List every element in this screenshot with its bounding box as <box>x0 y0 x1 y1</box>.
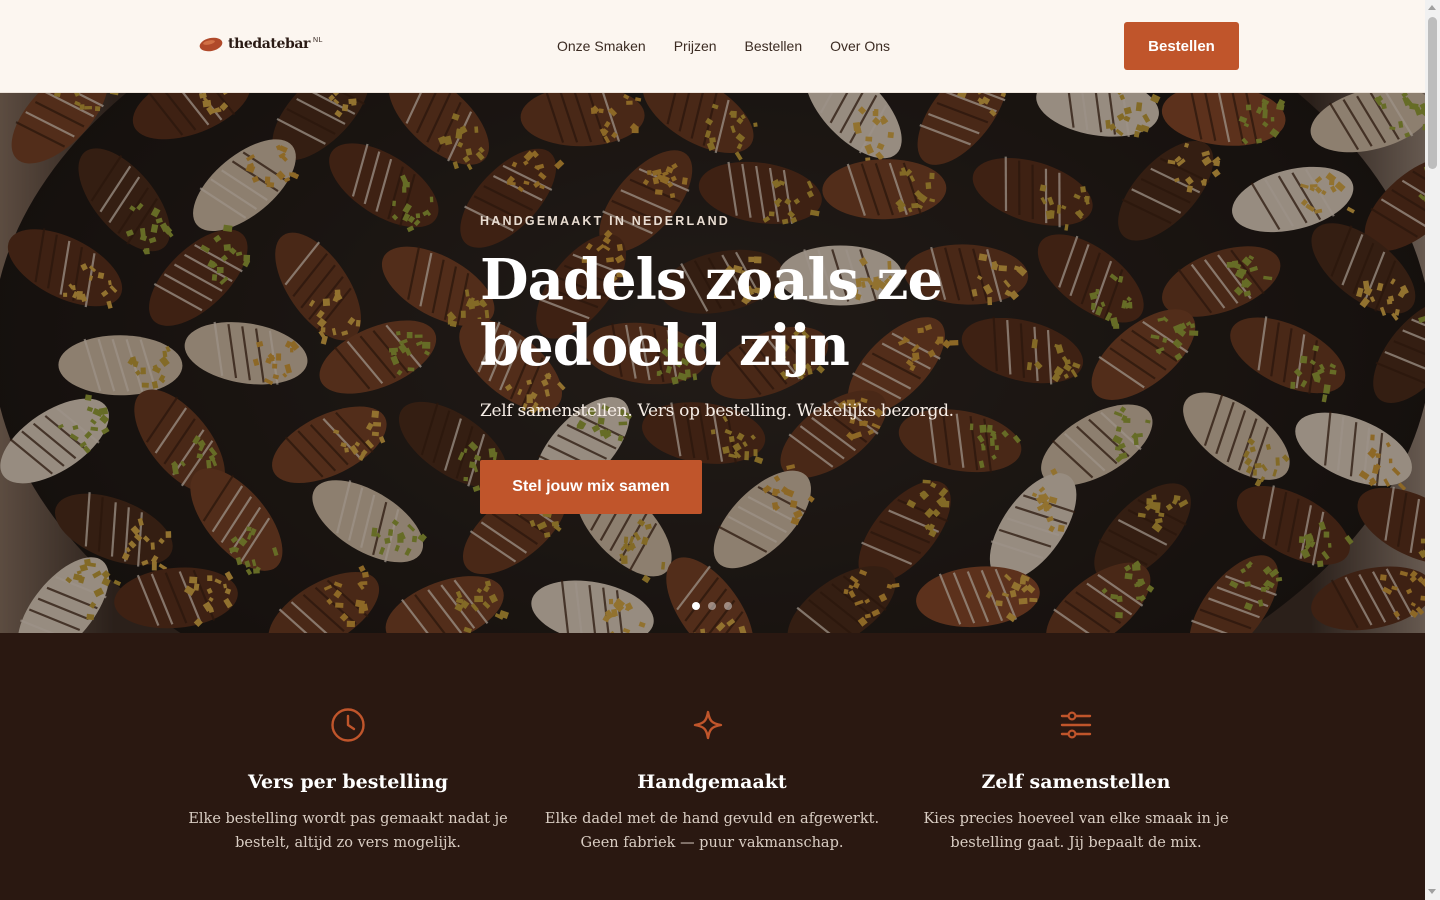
feature-text: Elke dadel met de hand gevuld en afgewer… <box>544 811 880 851</box>
nav-over-ons[interactable]: Over Ons <box>830 38 890 54</box>
logo-superscript: NL <box>313 36 323 44</box>
feature-title: Vers per bestelling <box>247 771 449 793</box>
carousel-dot-2[interactable] <box>708 602 716 610</box>
compose-mix-button[interactable]: Stel jouw mix samen <box>480 460 702 514</box>
site-header: thedatebar NL Onze Smaken Prijzen Bestel… <box>0 0 1425 93</box>
sliders-icon <box>1060 711 1092 739</box>
nav-prijzen[interactable]: Prijzen <box>674 38 717 54</box>
date-logo-icon <box>199 37 223 51</box>
carousel-dot-1[interactable] <box>692 602 700 610</box>
carousel-dot-3[interactable] <box>724 602 732 610</box>
hero-title: Dadels zoals ze bedoeld zijn <box>480 247 943 379</box>
feature-text: Elke bestelling wordt pas gemaakt nadat … <box>188 811 508 851</box>
logo-text: thedatebar <box>228 36 311 52</box>
features-section: Vers per bestelling Elke bestelling word… <box>0 633 1425 900</box>
scroll-thumb[interactable] <box>1428 17 1437 169</box>
feature-title: Zelf samenstellen <box>981 771 1171 793</box>
feature-text: Kies precies hoeveel van elke smaak in j… <box>923 811 1229 851</box>
nav-bestellen[interactable]: Bestellen <box>745 38 803 54</box>
hero-eyebrow: HANDGEMAAKT IN NEDERLAND <box>480 214 731 228</box>
nav-onze-smaken[interactable]: Onze Smaken <box>557 38 646 54</box>
header-order-button[interactable]: Bestellen <box>1124 22 1239 70</box>
page-scrollbar[interactable] <box>1425 0 1440 900</box>
scroll-down-icon[interactable] <box>1428 889 1436 894</box>
clock-icon <box>331 708 365 742</box>
scroll-up-icon[interactable] <box>1428 5 1436 10</box>
logo[interactable]: thedatebar NL <box>199 36 323 52</box>
hero-section: HANDGEMAAKT IN NEDERLAND Dadels zoals ze… <box>0 93 1425 633</box>
feature-title: Handgemaakt <box>637 771 787 793</box>
main-nav: Onze Smaken Prijzen Bestellen Over Ons <box>557 38 918 54</box>
carousel-dots <box>692 602 740 610</box>
sparkle-icon <box>693 710 723 740</box>
hero-subtitle: Zelf samenstellen. Vers op bestelling. W… <box>480 401 954 421</box>
